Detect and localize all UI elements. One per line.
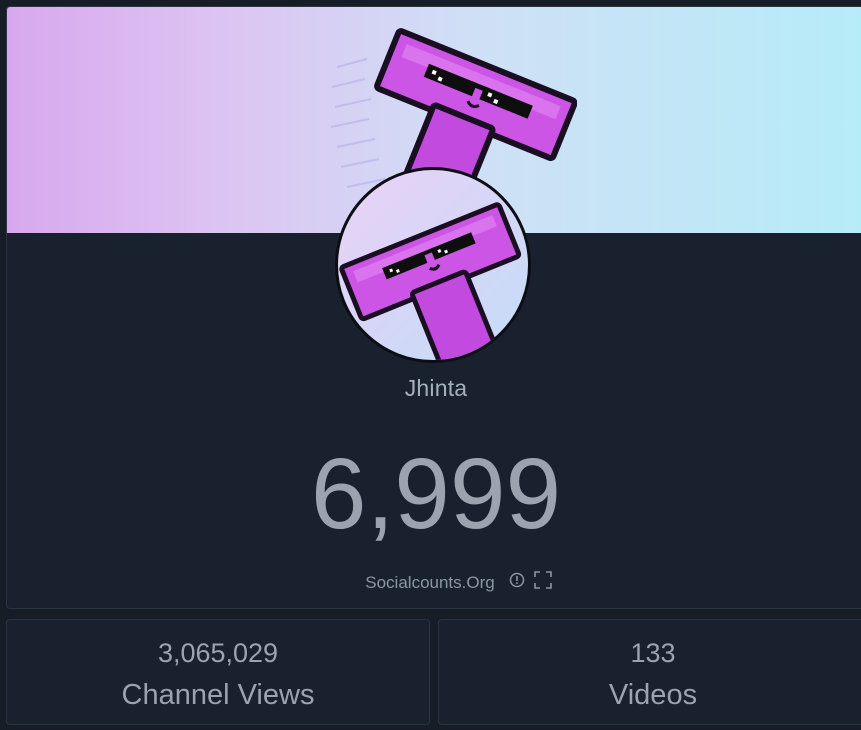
channel-avatar[interactable] [335,167,531,363]
avatar-mascot-image [339,202,522,360]
fullscreen-icon[interactable] [533,570,553,595]
channel-name: Jhinta [404,375,468,401]
stat-label: Videos [608,679,698,711]
source-link[interactable]: Socialcounts.Org [365,573,494,593]
subscriber-count: 6,999 [310,438,562,550]
stat-value: 133 [630,638,676,668]
stat-label: Channel Views [121,679,315,711]
channel-card: Jhinta 6,999 Socialcounts.Org [6,6,861,609]
stat-card-channel-views: 3,065,029 Channel Views [6,619,430,725]
stat-value: 3,065,029 [157,638,279,668]
page: Jhinta 6,999 Socialcounts.Org 3,065,029 … [0,0,861,730]
info-circle-icon[interactable] [509,572,525,593]
stat-card-videos: 133 Videos [438,619,861,725]
source-row: Socialcounts.Org [7,570,861,595]
